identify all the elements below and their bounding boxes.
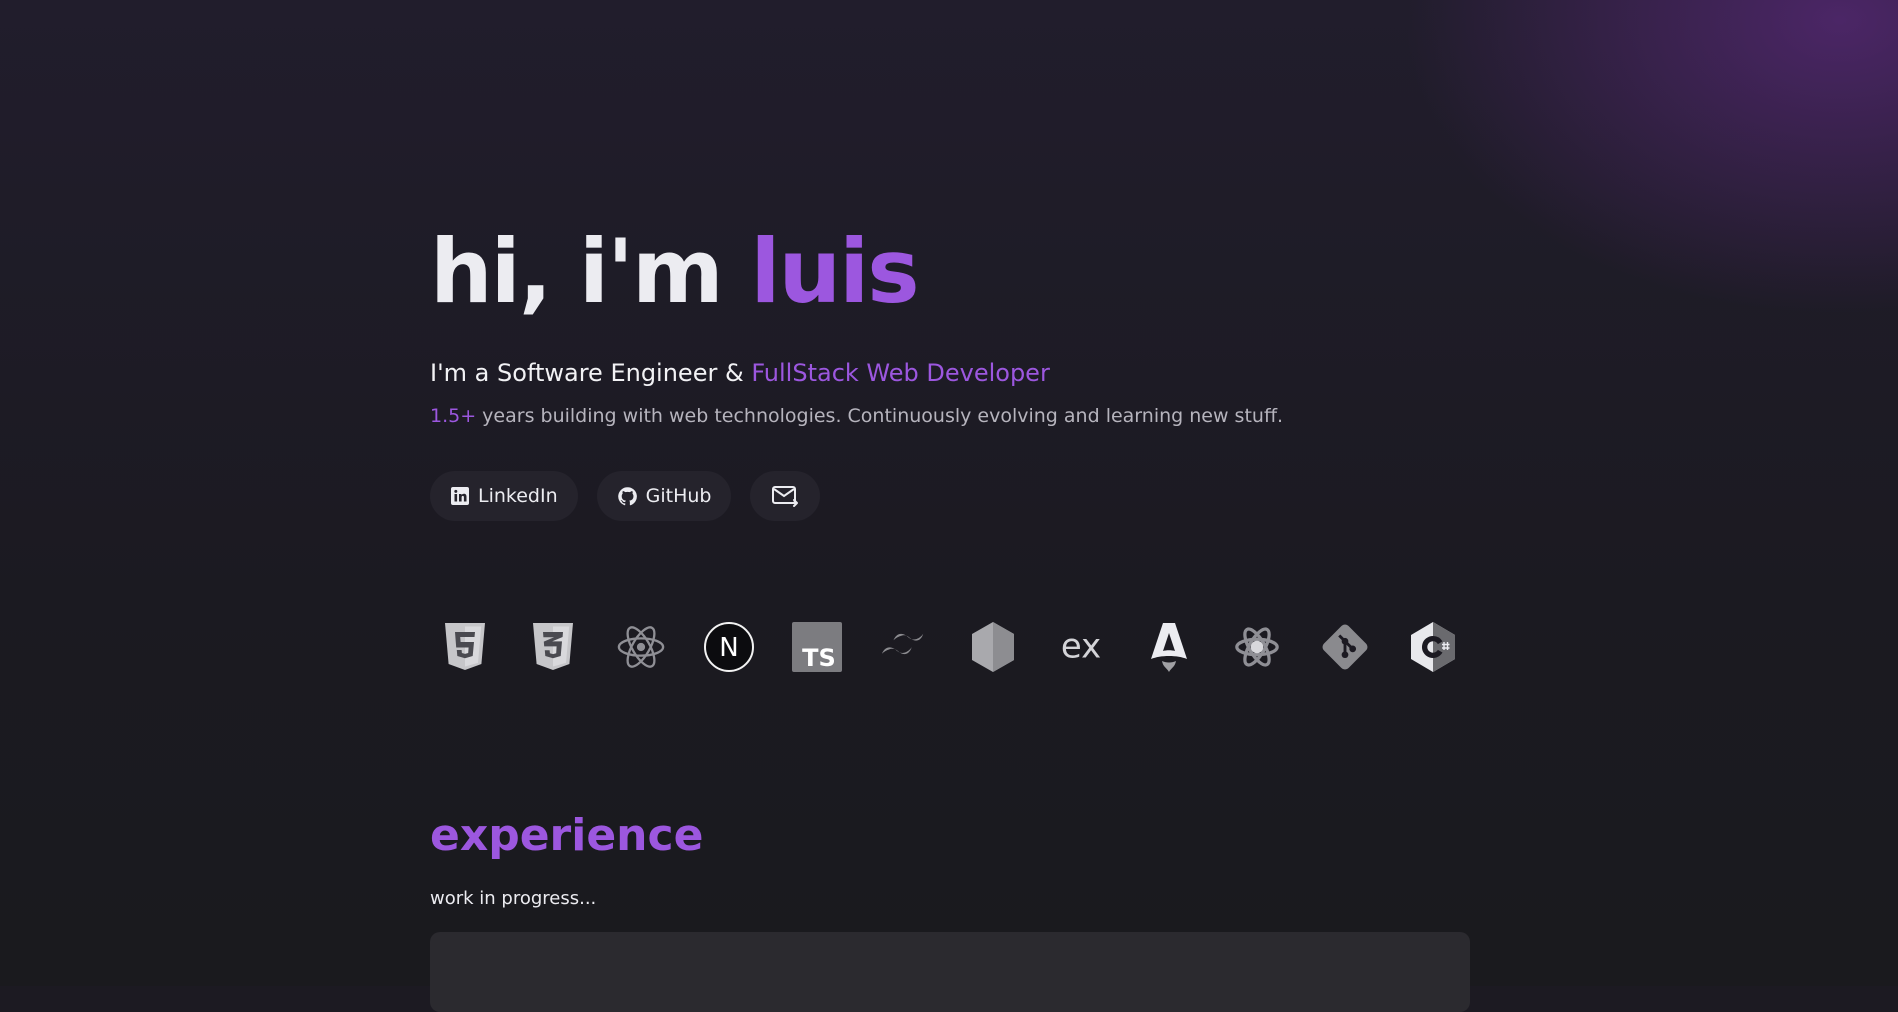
typescript-letters: TS [802, 644, 836, 672]
years-count: 1.5+ [430, 405, 477, 427]
linkedin-icon [450, 486, 470, 506]
electron-icon [1232, 621, 1282, 673]
nextjs-letter: N [719, 633, 738, 663]
linkedin-label: LinkedIn [478, 485, 558, 507]
page-background [0, 0, 1898, 986]
express-letters: ex [1061, 627, 1101, 666]
nodejs-icon [968, 621, 1018, 673]
html5-icon [440, 621, 490, 673]
description-text: years building with web technologies. Co… [476, 405, 1284, 427]
hero-name: luis [750, 220, 919, 323]
github-button[interactable]: GitHub [596, 471, 732, 521]
astro-icon [1144, 621, 1194, 673]
social-links: LinkedIn GitHub [430, 471, 821, 521]
experience-card [430, 932, 1470, 1012]
tailwind-icon [880, 621, 930, 673]
react-icon [616, 621, 666, 673]
git-icon [1320, 621, 1370, 673]
subtitle: I'm a Software Engineer & FullStack Web … [430, 356, 1050, 390]
mail-icon [771, 484, 799, 508]
subtitle-highlight: FullStack Web Developer [751, 359, 1050, 387]
linkedin-button[interactable]: LinkedIn [430, 471, 578, 521]
hero-title: hi, i'm luis [430, 220, 920, 323]
subtitle-prefix: I'm a Software Engineer & [430, 359, 752, 387]
experience-note: work in progress... [430, 888, 597, 909]
email-button[interactable] [750, 471, 821, 521]
express-icon: ex [1056, 621, 1106, 673]
github-icon [617, 486, 638, 507]
css3-icon [528, 621, 578, 673]
github-label: GitHub [645, 485, 712, 507]
csharp-icon [1408, 621, 1458, 673]
typescript-icon: TS [792, 621, 842, 673]
tech-stack: N TS ex [440, 621, 1458, 673]
description: 1.5+ years building with web technologie… [430, 402, 1283, 430]
nextjs-icon: N [704, 621, 754, 673]
experience-title: experience [430, 810, 704, 861]
hero-greeting: hi, i'm [430, 220, 751, 323]
